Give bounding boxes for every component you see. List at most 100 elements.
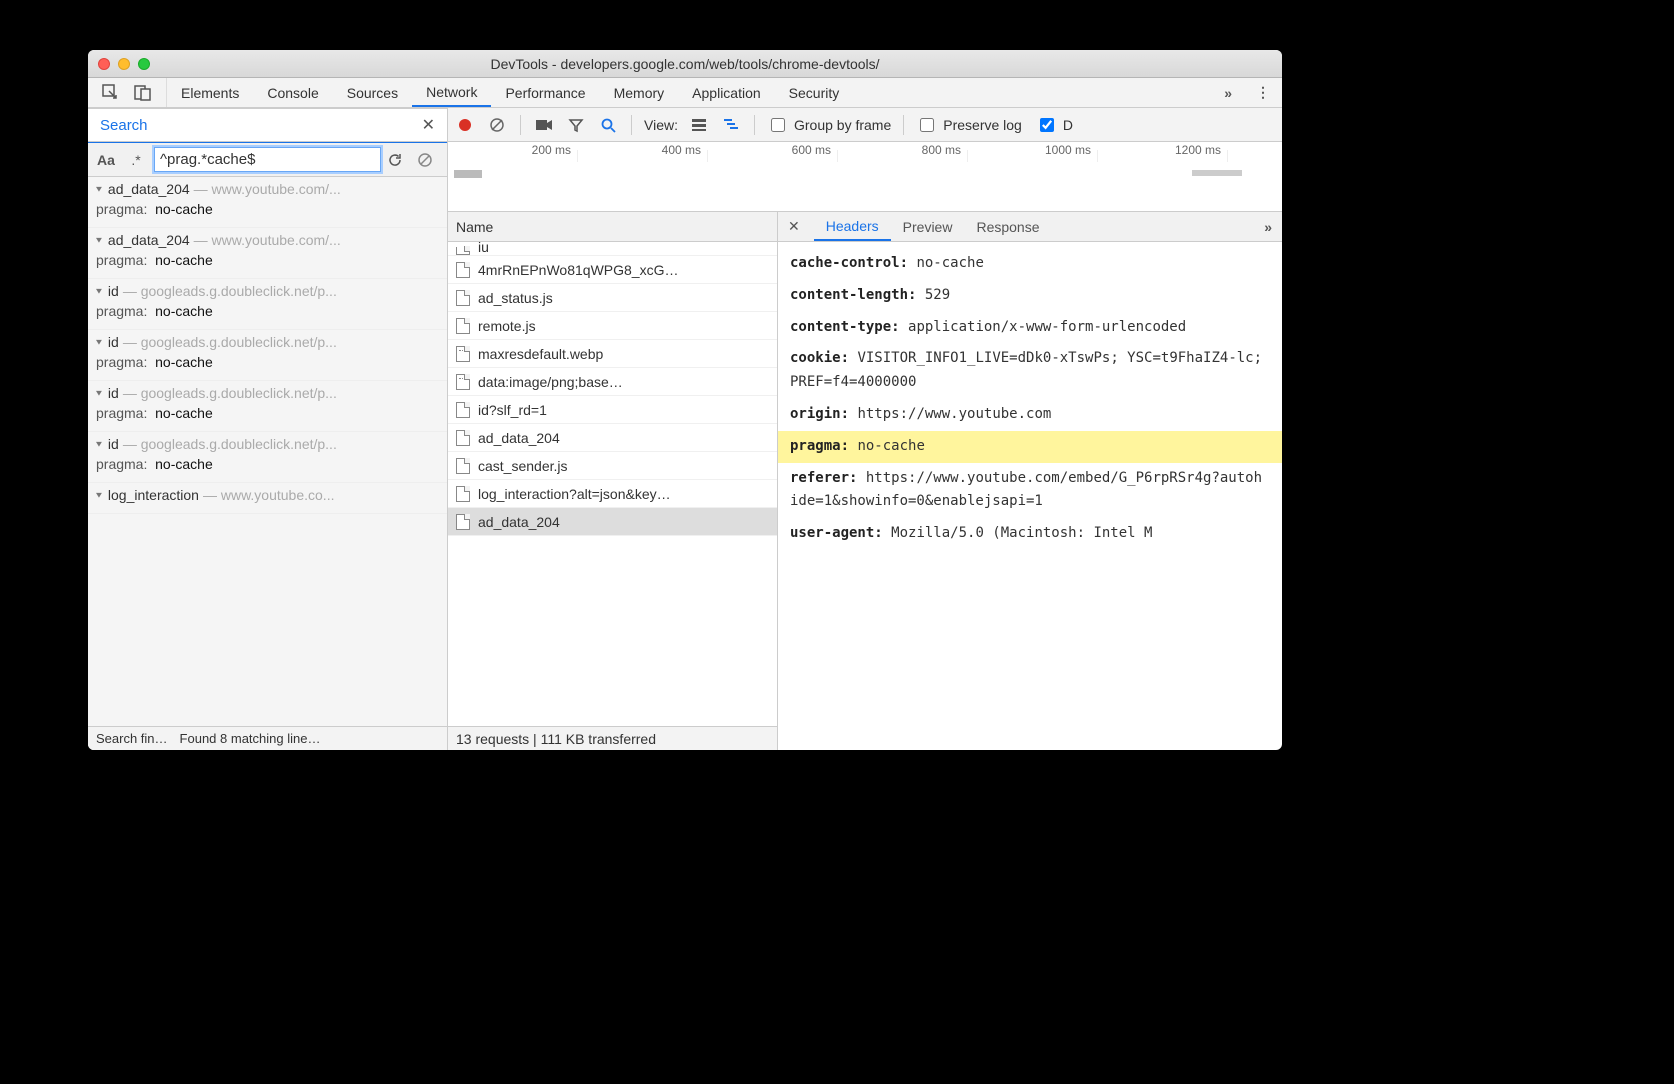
- response-header-row[interactable]: origin: https://www.youtube.com: [778, 399, 1282, 431]
- request-row[interactable]: ad_status.js: [448, 284, 777, 312]
- group-by-frame-checkbox[interactable]: Group by frame: [767, 115, 891, 135]
- search-result[interactable]: ▼ id — googleads.g.doubleclick.net/p...p…: [88, 432, 447, 483]
- request-row[interactable]: cast_sender.js: [448, 452, 777, 480]
- search-input[interactable]: [154, 147, 381, 172]
- tab-memory[interactable]: Memory: [600, 78, 679, 107]
- tab-security[interactable]: Security: [775, 78, 854, 107]
- request-name: ad_data_204: [478, 514, 560, 530]
- tab-sources[interactable]: Sources: [333, 78, 412, 107]
- detail-tab-headers[interactable]: Headers: [814, 212, 891, 241]
- request-row[interactable]: log_interaction?alt=json&key…: [448, 480, 777, 508]
- inspect-icon[interactable]: [102, 84, 120, 102]
- file-icon: [456, 262, 470, 278]
- preserve-log-checkbox[interactable]: Preserve log: [916, 115, 1022, 135]
- list-view-icon[interactable]: [688, 114, 710, 136]
- timeline-tick: 800 ms: [838, 150, 968, 162]
- close-icon[interactable]: ✕: [418, 111, 439, 139]
- kebab-menu-icon[interactable]: ⋮: [1244, 84, 1282, 101]
- search-result[interactable]: ▼ ad_data_204 — www.youtube.com/...pragm…: [88, 177, 447, 228]
- search-result[interactable]: ▼ id — googleads.g.doubleclick.net/p...p…: [88, 330, 447, 381]
- request-name: id?slf_rd=1: [478, 402, 547, 418]
- request-row[interactable]: ad_data_204: [448, 508, 777, 536]
- request-row[interactable]: iu: [448, 242, 777, 256]
- match-case-button[interactable]: Aa: [94, 152, 118, 168]
- timeline-tick: 600 ms: [708, 150, 838, 162]
- tab-application[interactable]: Application: [678, 78, 775, 107]
- request-name: log_interaction?alt=json&key…: [478, 486, 671, 502]
- search-panel-title: Search: [96, 117, 418, 134]
- search-result[interactable]: ▼ ad_data_204 — www.youtube.com/...pragm…: [88, 228, 447, 279]
- name-column-header[interactable]: Name: [448, 212, 777, 242]
- file-icon: [456, 514, 470, 530]
- tab-network[interactable]: Network: [412, 78, 491, 107]
- clear-log-icon[interactable]: [486, 114, 508, 136]
- file-icon: [456, 458, 470, 474]
- request-row[interactable]: data:image/png;base…: [448, 368, 777, 396]
- window-title: DevTools - developers.google.com/web/too…: [88, 56, 1282, 72]
- response-header-row[interactable]: user-agent: Mozilla/5.0 (Macintosh: Inte…: [778, 518, 1282, 550]
- clear-icon[interactable]: [417, 152, 441, 168]
- more-tabs-icon[interactable]: »: [1212, 85, 1244, 101]
- response-header-row[interactable]: content-type: application/x-www-form-url…: [778, 312, 1282, 344]
- request-name: 4mrRnEPnWo81qWPG8_xcG…: [478, 262, 678, 278]
- request-summary: 13 requests | 111 KB transferred: [448, 726, 777, 750]
- refresh-icon[interactable]: [387, 152, 411, 168]
- timeline[interactable]: 200 ms400 ms600 ms800 ms1000 ms1200 ms: [448, 142, 1282, 212]
- titlebar: DevTools - developers.google.com/web/too…: [88, 50, 1282, 78]
- response-header-row[interactable]: content-length: 529: [778, 280, 1282, 312]
- search-sidebar: Search ✕ Aa .* ▼ ad_data_204 — www.youtu…: [88, 108, 448, 750]
- tab-elements[interactable]: Elements: [167, 78, 253, 107]
- camera-icon[interactable]: [533, 114, 555, 136]
- file-icon: [456, 430, 470, 446]
- search-result[interactable]: ▼ id — googleads.g.doubleclick.net/p...p…: [88, 279, 447, 330]
- search-result[interactable]: ▼ id — googleads.g.doubleclick.net/p...p…: [88, 381, 447, 432]
- response-header-row[interactable]: referer: https://www.youtube.com/embed/G…: [778, 463, 1282, 519]
- tab-console[interactable]: Console: [253, 78, 332, 107]
- file-icon: [456, 290, 470, 306]
- search-status-left: Search fin…: [96, 731, 168, 746]
- search-result[interactable]: ▼ log_interaction — www.youtube.co...: [88, 483, 447, 514]
- request-name: data:image/png;base…: [478, 374, 623, 390]
- request-name: ad_data_204: [478, 430, 560, 446]
- search-icon[interactable]: [597, 114, 619, 136]
- close-window-button[interactable]: [98, 58, 110, 70]
- request-row[interactable]: 4mrRnEPnWo81qWPG8_xcG…: [448, 256, 777, 284]
- request-row[interactable]: id?slf_rd=1: [448, 396, 777, 424]
- request-name: maxresdefault.webp: [478, 346, 603, 362]
- filter-icon[interactable]: [565, 114, 587, 136]
- record-icon[interactable]: [454, 114, 476, 136]
- device-icon[interactable]: [134, 84, 152, 102]
- request-name: cast_sender.js: [478, 458, 568, 474]
- request-row[interactable]: ad_data_204: [448, 424, 777, 452]
- close-detail-icon[interactable]: ✕: [778, 218, 810, 235]
- regex-button[interactable]: .*: [124, 152, 148, 168]
- main-tabs: ElementsConsoleSourcesNetworkPerformance…: [88, 78, 1282, 108]
- request-detail: ✕ HeadersPreviewResponse » cache-control…: [778, 212, 1282, 750]
- timeline-tick: 1000 ms: [968, 150, 1098, 162]
- request-list: Name iu 4mrRnEPnWo81qWPG8_xcG… ad_status.j…: [448, 212, 778, 750]
- file-icon: [456, 486, 470, 502]
- timeline-activity: [454, 170, 482, 178]
- file-icon: [456, 402, 470, 418]
- timeline-tick: 1200 ms: [1098, 150, 1228, 162]
- detail-tab-response[interactable]: Response: [964, 212, 1051, 241]
- timeline-tick: 400 ms: [578, 150, 708, 162]
- waterfall-view-icon[interactable]: [720, 114, 742, 136]
- timeline-tick: 200 ms: [448, 150, 578, 162]
- more-detail-tabs-icon[interactable]: »: [1254, 219, 1282, 235]
- zoom-window-button[interactable]: [138, 58, 150, 70]
- tab-performance[interactable]: Performance: [491, 78, 599, 107]
- response-header-row[interactable]: pragma: no-cache: [778, 431, 1282, 463]
- timeline-activity: [1192, 170, 1242, 176]
- request-name: ad_status.js: [478, 290, 553, 306]
- request-row[interactable]: maxresdefault.webp: [448, 340, 777, 368]
- view-label: View:: [644, 117, 678, 133]
- detail-tab-preview[interactable]: Preview: [891, 212, 965, 241]
- network-toolbar: View: Group by frame Preserve log D: [448, 108, 1282, 142]
- response-header-row[interactable]: cache-control: no-cache: [778, 248, 1282, 280]
- request-row[interactable]: remote.js: [448, 312, 777, 340]
- file-icon: [456, 318, 470, 334]
- minimize-window-button[interactable]: [118, 58, 130, 70]
- response-header-row[interactable]: cookie: VISITOR_INFO1_LIVE=dDk0-xTswPs; …: [778, 343, 1282, 399]
- disable-cache-checkbox[interactable]: D: [1036, 115, 1073, 135]
